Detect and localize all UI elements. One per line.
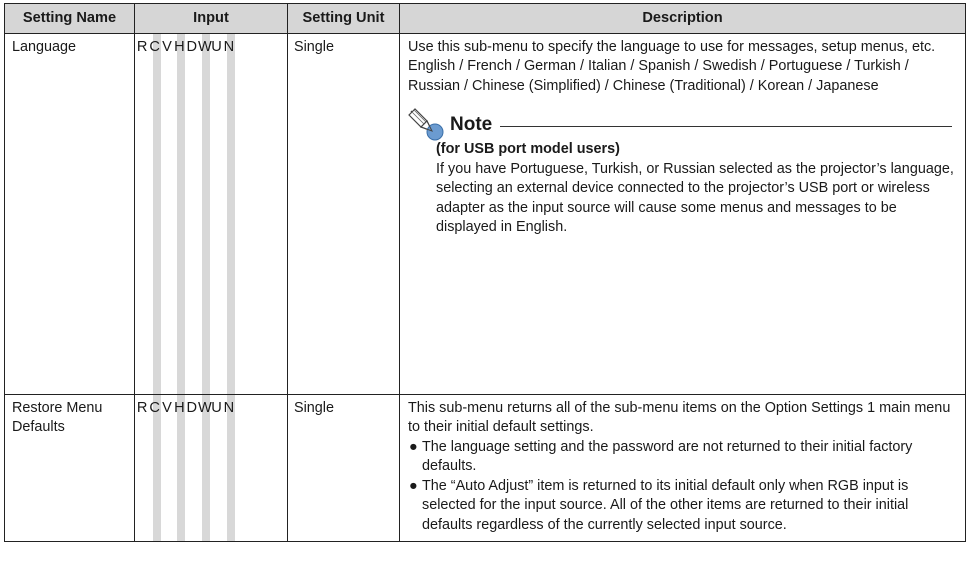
setting-unit-cell: Single [287, 32, 400, 395]
input-column-strip [227, 33, 235, 394]
input-column-strip [152, 33, 161, 394]
input-letter: D [186, 38, 198, 55]
input-letter: U [211, 38, 222, 55]
input-letter: R [136, 399, 148, 416]
input-letter: H [174, 38, 185, 55]
input-letters: R C V H D W U N [135, 395, 287, 419]
table-row: Restore Menu Defaults R C V H D W U N Si… [4, 393, 966, 542]
input-column-strip [177, 33, 186, 394]
input-letter: C [149, 38, 160, 55]
input-letters: R C V H D W U N [135, 34, 287, 58]
description-cell: Use this sub-menu to specify the languag… [399, 32, 966, 395]
bullet-icon: ● [409, 477, 418, 494]
note-body: If you have Portuguese, Turkish, or Russ… [436, 160, 954, 236]
input-letter: W [197, 399, 212, 416]
input-letter: H [174, 399, 185, 416]
input-letter: N [223, 38, 235, 55]
bullet-list: ● The language setting and the password … [408, 438, 956, 536]
bullet-text: The language setting and the password ar… [422, 438, 913, 475]
input-letter: U [211, 399, 222, 416]
setting-unit-cell: Single [287, 393, 400, 542]
description-cell: This sub-menu returns all of the sub-men… [399, 393, 966, 542]
note-divider [500, 125, 952, 127]
input-letter: V [162, 399, 172, 416]
note-header: Note [408, 108, 956, 141]
input-column-strips [135, 33, 287, 394]
input-letter: N [223, 399, 235, 416]
list-item: ● The “Auto Adjust” item is returned to … [408, 477, 956, 536]
header-input: Input [134, 3, 288, 34]
description-text: Use this sub-menu to specify the languag… [408, 38, 936, 55]
header-row: Setting Name Input Setting Unit Descript… [4, 3, 966, 34]
header-setting-name: Setting Name [4, 3, 135, 34]
note-box: Note (for USB port model users) If you h… [408, 108, 956, 238]
input-cell: R C V H D W U N [134, 393, 288, 542]
note-subtitle: (for USB port model users) [436, 141, 620, 157]
bullet-text: The “Auto Adjust” item is returned to it… [422, 477, 909, 533]
input-letter: V [162, 38, 172, 55]
setting-name-cell: Language [4, 32, 135, 395]
table-row: Language R C V H D W U N Single Use this… [4, 32, 966, 395]
input-letter: D [186, 399, 198, 416]
input-letter: R [136, 38, 148, 55]
note-title: Note [450, 114, 493, 136]
input-letter: C [149, 399, 160, 416]
settings-table: Setting Name Input Setting Unit Descript… [4, 3, 966, 542]
language-list: English / French / German / Italian / Sp… [408, 58, 909, 94]
list-item: ● The language setting and the password … [408, 438, 956, 477]
pencil-note-icon [408, 108, 444, 141]
input-cell: R C V H D W U N [134, 32, 288, 395]
header-setting-unit: Setting Unit [287, 3, 400, 34]
bullet-icon: ● [409, 438, 418, 455]
input-column-strip [202, 33, 211, 394]
header-description: Description [399, 3, 966, 34]
description-text: This sub-menu returns all of the sub-men… [408, 399, 951, 436]
input-letter: W [197, 38, 212, 55]
setting-name-cell: Restore Menu Defaults [4, 393, 135, 542]
